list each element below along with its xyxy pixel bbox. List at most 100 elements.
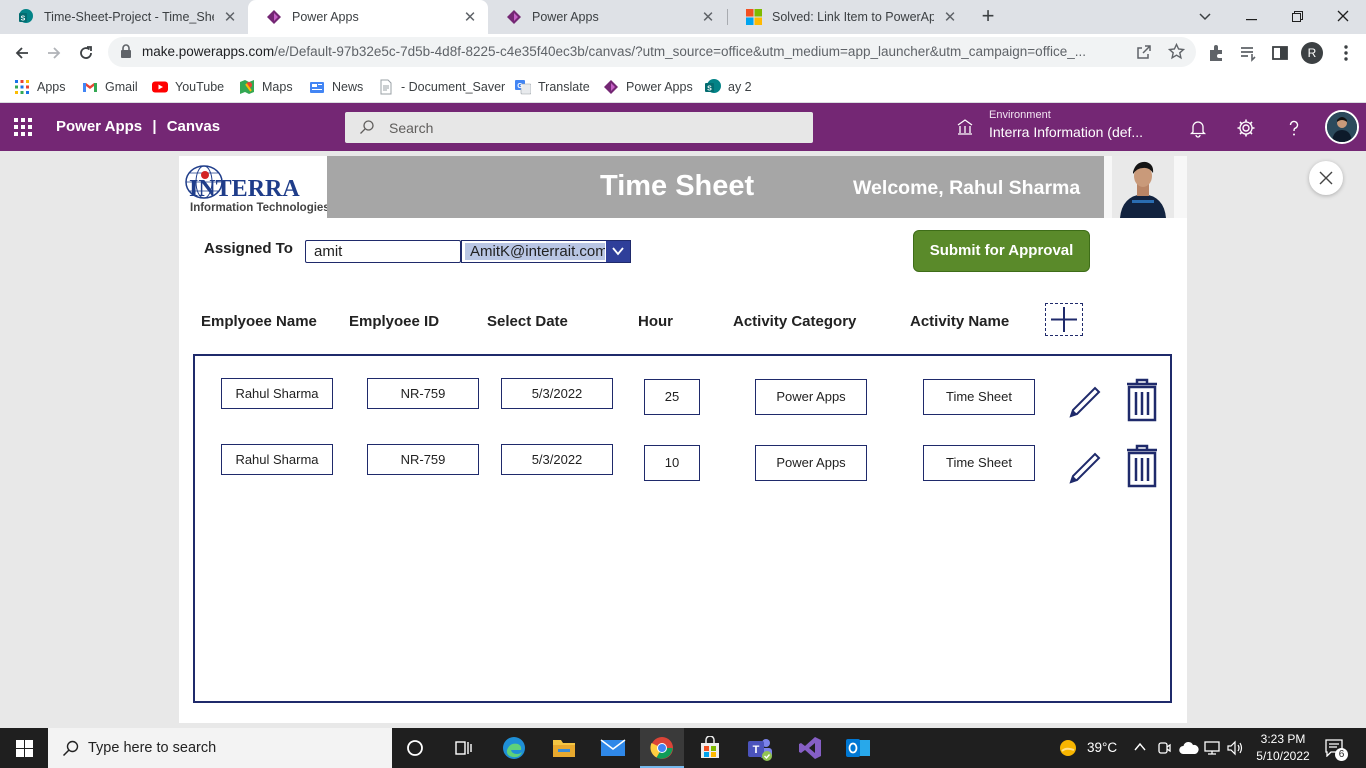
taskbar-search-box[interactable]: Type here to search bbox=[48, 728, 392, 768]
reading-list-icon[interactable] bbox=[1238, 43, 1258, 63]
bookmark-youtube[interactable]: YouTube bbox=[152, 77, 224, 97]
close-window-icon[interactable] bbox=[1320, 0, 1366, 34]
environment-label: Environment bbox=[989, 109, 1051, 121]
environment-icon[interactable] bbox=[956, 119, 974, 135]
address-bar[interactable]: make.powerapps.com/e/Default-97b32e5c-7d… bbox=[108, 37, 1196, 67]
apps-grid-icon bbox=[15, 80, 29, 94]
extensions-icon[interactable] bbox=[1206, 43, 1226, 63]
task-view-icon[interactable] bbox=[454, 739, 472, 757]
weather-temperature[interactable]: 39°C bbox=[1087, 740, 1117, 755]
user-photo bbox=[1104, 156, 1187, 218]
tab-title: Power Apps bbox=[292, 10, 359, 24]
bookmark-maps[interactable]: Maps bbox=[239, 77, 293, 97]
meet-now-icon[interactable] bbox=[1156, 740, 1172, 756]
activity-name-cell[interactable]: Time Sheet bbox=[923, 445, 1035, 481]
bookmark-label: Apps bbox=[37, 80, 66, 94]
date-cell[interactable]: 5/3/2022 bbox=[501, 378, 613, 409]
bookmark-star-icon[interactable] bbox=[1168, 43, 1185, 60]
side-panel-icon[interactable] bbox=[1270, 43, 1290, 63]
tab-search-icon[interactable] bbox=[1182, 0, 1228, 34]
restore-icon[interactable] bbox=[1274, 0, 1320, 34]
bookmark-power-apps[interactable]: Power Apps bbox=[603, 77, 693, 97]
bookmark-document-saver[interactable]: - Document_Saver bbox=[378, 77, 505, 97]
app-launcher-icon[interactable] bbox=[14, 118, 32, 136]
teams-icon[interactable]: T bbox=[746, 736, 774, 762]
clock[interactable]: 3:23 PM 5/10/2022 bbox=[1250, 731, 1316, 767]
browser-tab-1[interactable]: S Time-Sheet-Project - Time_Sheet ✕ bbox=[0, 0, 248, 34]
search-placeholder: Search bbox=[389, 120, 434, 136]
store-icon[interactable] bbox=[698, 736, 722, 760]
back-icon[interactable] bbox=[9, 40, 35, 66]
chrome-taskbar-item[interactable] bbox=[640, 728, 684, 768]
app-title[interactable]: Power Apps | Canvas bbox=[56, 118, 220, 135]
hour-cell[interactable]: 10 bbox=[644, 445, 700, 481]
employee-name-cell[interactable]: Rahul Sharma bbox=[221, 378, 333, 409]
share-icon[interactable] bbox=[1136, 44, 1152, 60]
visual-studio-icon[interactable] bbox=[798, 736, 822, 760]
user-avatar[interactable] bbox=[1325, 110, 1359, 144]
assigned-to-search-input[interactable] bbox=[305, 240, 461, 263]
forward-icon[interactable] bbox=[41, 40, 67, 66]
assigned-to-email-dropdown[interactable]: AmitK@interrait.com bbox=[461, 240, 631, 263]
minimize-icon[interactable] bbox=[1228, 0, 1274, 34]
mode-name: Canvas bbox=[166, 118, 221, 135]
windows-start-icon[interactable] bbox=[16, 740, 33, 757]
help-icon[interactable] bbox=[1284, 118, 1304, 138]
edit-pencil-icon[interactable] bbox=[1067, 450, 1103, 486]
notifications-bell-icon[interactable] bbox=[1188, 118, 1208, 138]
bookmark-label: YouTube bbox=[175, 80, 225, 94]
environment-value[interactable]: Interra Information (def... bbox=[989, 124, 1143, 140]
hour-cell[interactable]: 25 bbox=[644, 379, 700, 415]
file-explorer-icon[interactable] bbox=[552, 737, 576, 759]
close-tab-icon[interactable]: ✕ bbox=[222, 8, 238, 26]
add-row-button[interactable] bbox=[1045, 303, 1083, 336]
submit-for-approval-button[interactable]: Submit for Approval bbox=[913, 230, 1090, 272]
edge-icon[interactable] bbox=[502, 736, 526, 760]
browser-tab-2[interactable]: Power Apps ✕ bbox=[248, 0, 488, 34]
network-icon[interactable] bbox=[1203, 740, 1221, 756]
delete-trash-icon[interactable] bbox=[1125, 378, 1159, 422]
more-menu-icon[interactable] bbox=[1336, 43, 1356, 63]
activity-name-cell[interactable]: Time Sheet bbox=[923, 379, 1035, 415]
close-preview-button[interactable] bbox=[1309, 161, 1343, 195]
cortana-icon[interactable] bbox=[406, 739, 424, 757]
tab-title: Solved: Link Item to PowerApps d bbox=[772, 10, 934, 24]
column-header-employee-id: Emplyoee ID bbox=[349, 313, 440, 330]
chevron-up-icon[interactable] bbox=[1134, 742, 1146, 752]
bookmark-news[interactable]: News bbox=[309, 77, 363, 97]
weather-sun-icon[interactable] bbox=[1058, 738, 1078, 758]
bookmark-label: Gmail bbox=[105, 80, 138, 94]
title-banner: Time Sheet Welcome, Rahul Sharma bbox=[327, 156, 1104, 218]
gmail-icon bbox=[83, 83, 97, 92]
bookmark-apps[interactable]: Apps bbox=[14, 77, 66, 97]
bookmark-gmail[interactable]: Gmail bbox=[82, 77, 138, 97]
reload-icon[interactable] bbox=[73, 40, 99, 66]
header-search-box[interactable]: Search bbox=[345, 112, 813, 143]
employee-id-cell[interactable]: NR-759 bbox=[367, 444, 479, 475]
close-tab-icon[interactable]: ✕ bbox=[700, 8, 716, 26]
volume-icon[interactable] bbox=[1226, 740, 1244, 756]
new-tab-icon[interactable]: + bbox=[976, 4, 1000, 28]
activity-category-cell[interactable]: Power Apps bbox=[755, 379, 867, 415]
outlook-icon[interactable] bbox=[845, 736, 871, 760]
edit-pencil-icon[interactable] bbox=[1067, 384, 1103, 420]
powerapps-icon bbox=[604, 80, 618, 94]
dropdown-toggle[interactable] bbox=[606, 241, 630, 262]
settings-gear-icon[interactable] bbox=[1236, 118, 1256, 138]
browser-tab-4[interactable]: Solved: Link Item to PowerApps d ✕ bbox=[728, 0, 968, 34]
bookmark-translate[interactable]: G Translate bbox=[515, 77, 590, 97]
profile-avatar[interactable]: R bbox=[1301, 42, 1323, 64]
bookmark-ay2[interactable]: S ay 2 bbox=[705, 77, 752, 97]
date-cell[interactable]: 5/3/2022 bbox=[501, 444, 613, 475]
browser-tab-3[interactable]: Power Apps ✕ bbox=[488, 0, 726, 34]
close-tab-icon[interactable]: ✕ bbox=[942, 8, 958, 26]
close-tab-icon[interactable]: ✕ bbox=[462, 8, 478, 26]
activity-category-cell[interactable]: Power Apps bbox=[755, 445, 867, 481]
column-header-activity-category: Activity Category bbox=[733, 313, 857, 330]
employee-id-cell[interactable]: NR-759 bbox=[367, 378, 479, 409]
mail-icon[interactable] bbox=[600, 738, 626, 758]
delete-trash-icon[interactable] bbox=[1125, 444, 1159, 488]
timesheet-gallery: Rahul Sharma NR-759 5/3/2022 25 Power Ap… bbox=[193, 354, 1172, 703]
employee-name-cell[interactable]: Rahul Sharma bbox=[221, 444, 333, 475]
onedrive-cloud-icon[interactable] bbox=[1179, 741, 1199, 755]
